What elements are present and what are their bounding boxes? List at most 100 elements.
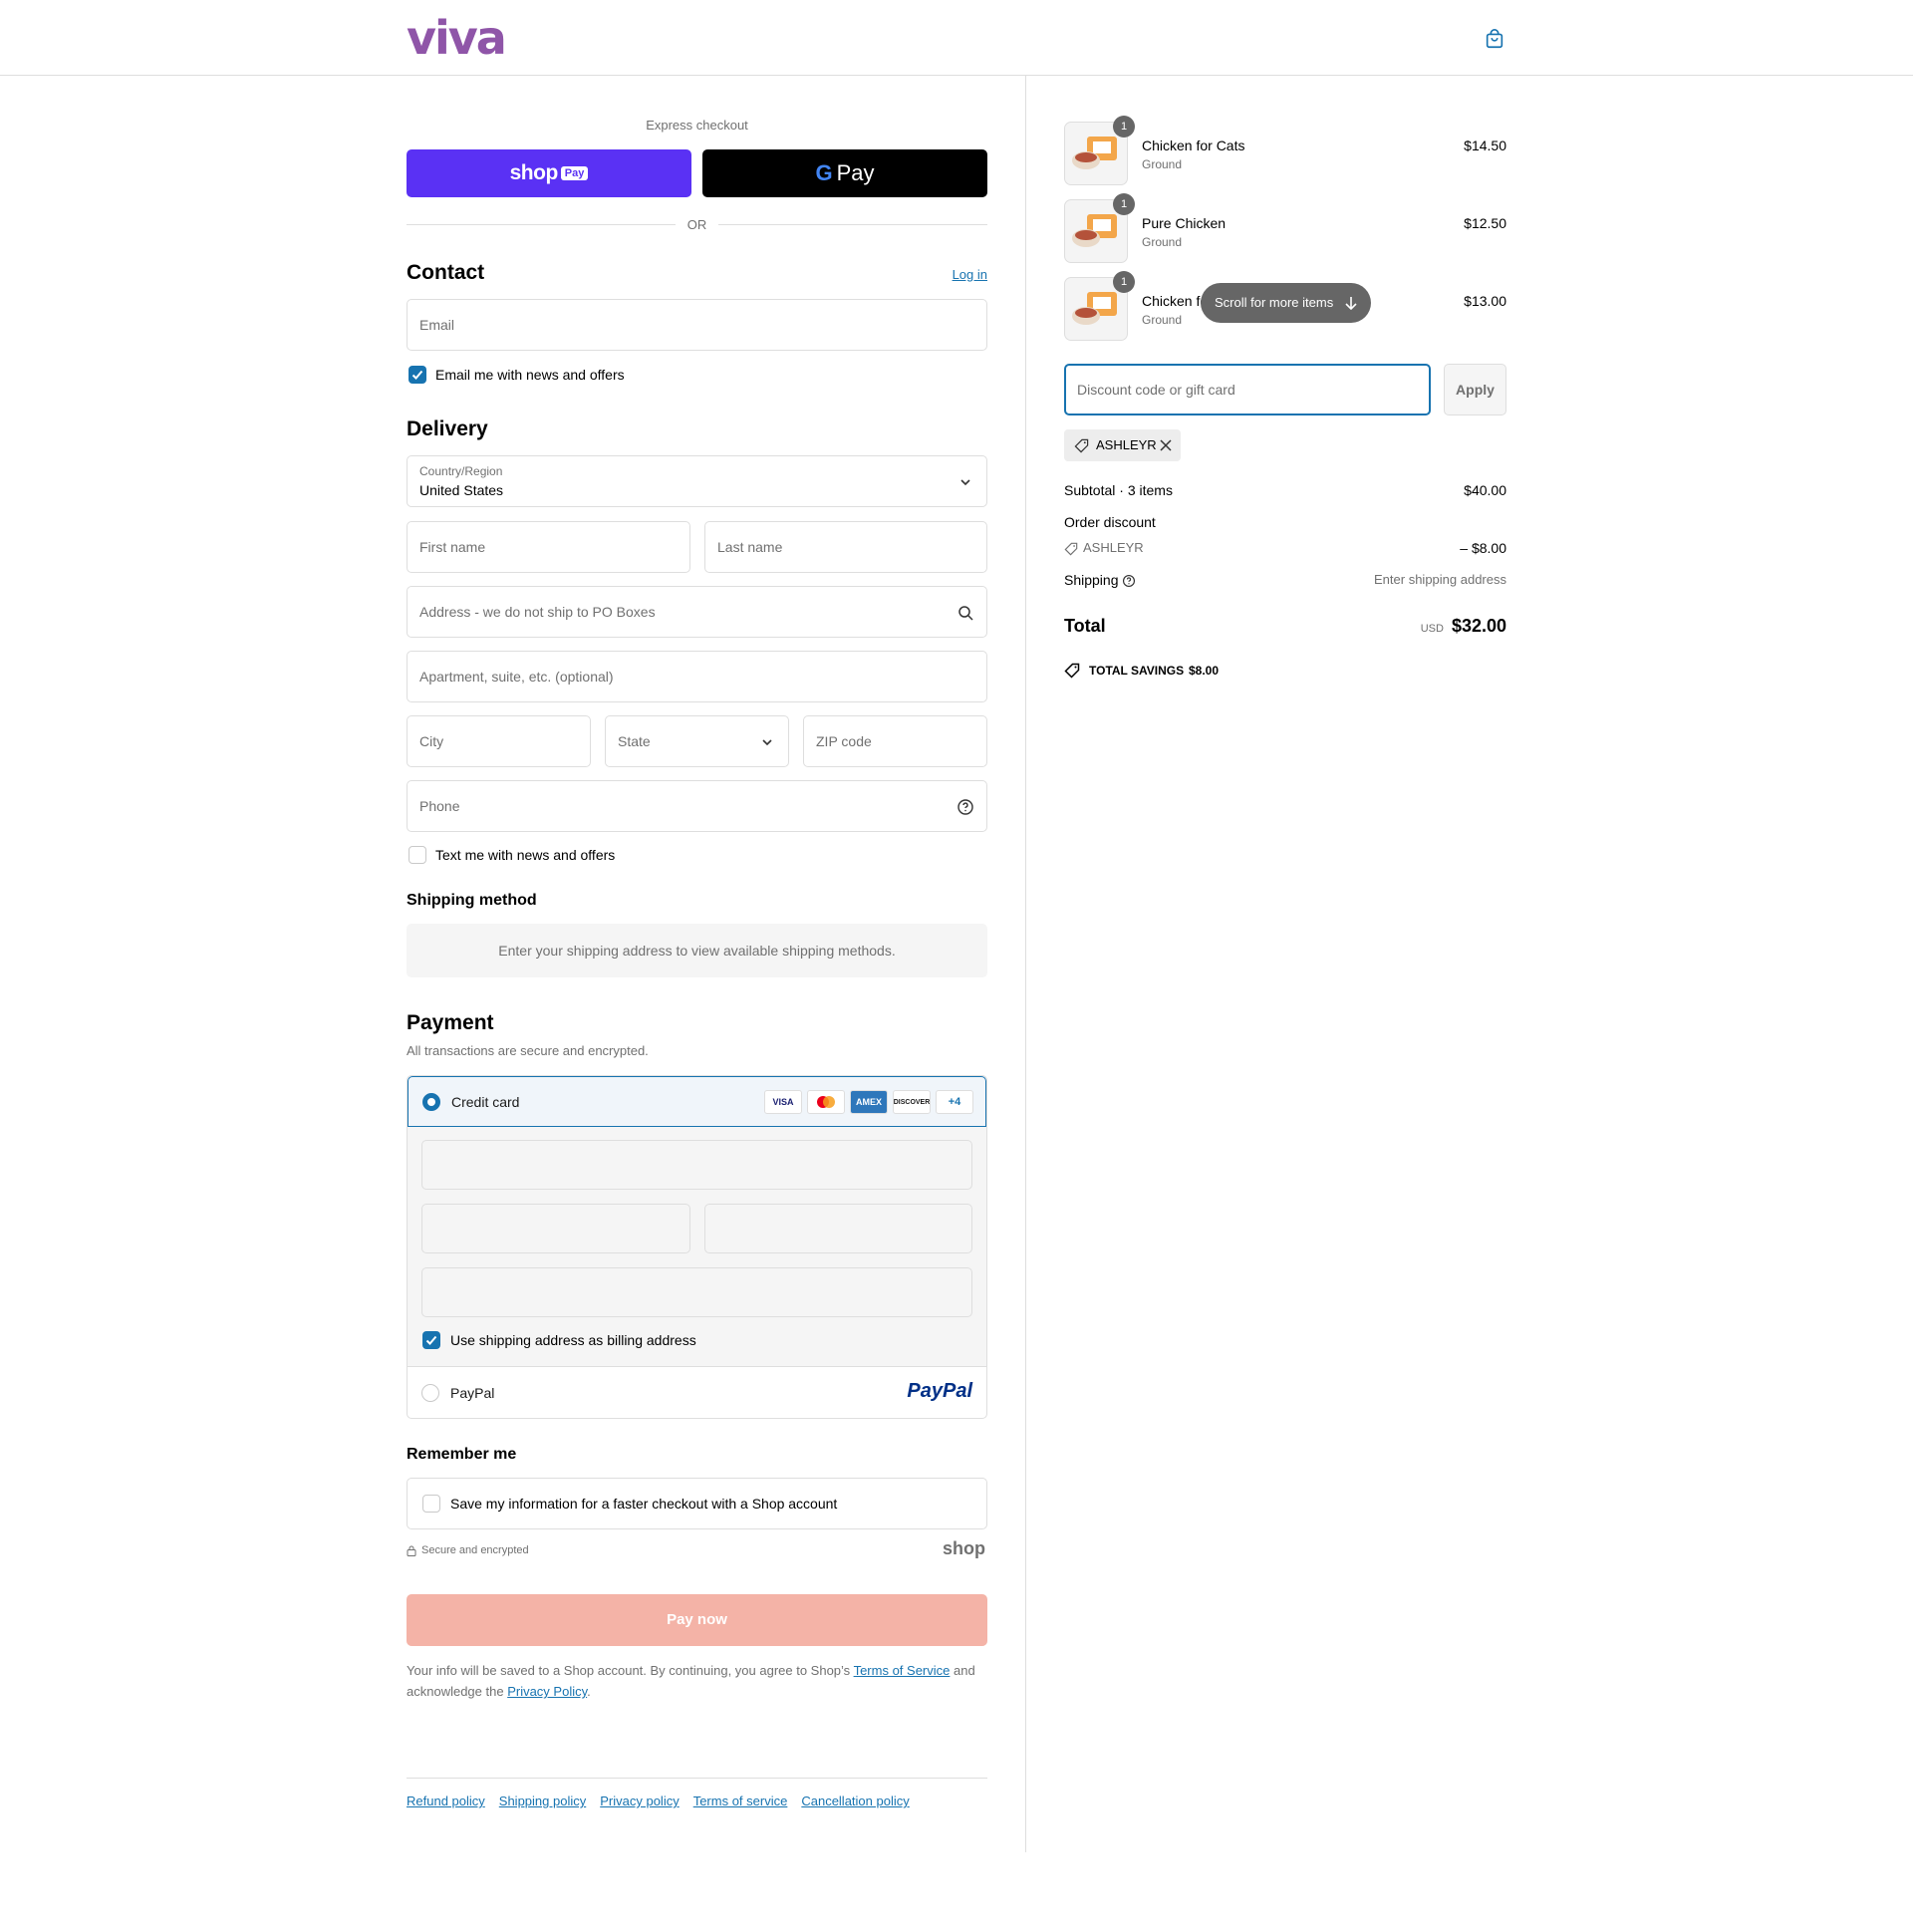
chevron-down-icon	[960, 479, 970, 486]
country-select[interactable]: Country/Region United States	[407, 455, 987, 507]
remember-me-checkbox[interactable]	[422, 1495, 440, 1513]
help-circle-icon[interactable]	[956, 798, 974, 816]
paypal-option[interactable]: PayPal PayPal	[408, 1367, 986, 1418]
credit-card-option[interactable]: Credit card VISA AMEX DISCOVER +4	[408, 1076, 986, 1127]
credit-card-radio[interactable]	[422, 1093, 440, 1111]
expiration-field[interactable]	[421, 1204, 690, 1253]
sms-opt-in-checkbox[interactable]	[409, 846, 426, 864]
quantity-badge: 1	[1113, 116, 1135, 138]
discount-placeholder: Discount code or gift card	[1077, 382, 1235, 398]
phone-field[interactable]: Phone	[407, 780, 987, 832]
remove-discount-icon[interactable]	[1159, 438, 1173, 452]
apartment-placeholder: Apartment, suite, etc. (optional)	[419, 669, 614, 685]
tag-icon	[1074, 438, 1089, 453]
privacy-policy-link[interactable]: Privacy policy	[600, 1794, 679, 1808]
country-value: United States	[419, 482, 504, 498]
secure-note: Secure and encrypted	[407, 1544, 529, 1556]
secure-text: Secure and encrypted	[421, 1544, 529, 1556]
visa-icon: VISA	[764, 1090, 802, 1114]
email-field[interactable]: Email	[407, 299, 987, 351]
shop-terms-link[interactable]: Terms of Service	[854, 1663, 951, 1678]
log-in-link[interactable]: Log in	[953, 267, 987, 282]
discount-value: – $8.00	[1460, 540, 1506, 556]
help-circle-icon[interactable]	[1122, 574, 1136, 588]
amex-icon: AMEX	[850, 1090, 888, 1114]
footer-links: Refund policy Shipping policy Privacy poli…	[407, 1794, 924, 1808]
shipping-row: Shipping Enter shipping address	[1064, 572, 1506, 588]
paypal-logo: PayPal	[907, 1380, 972, 1402]
paypal-radio[interactable]	[421, 1384, 439, 1402]
item-name: Chicken fo	[1142, 293, 1209, 309]
pay-now-button[interactable]: Pay now	[407, 1594, 987, 1646]
payment-methods: Credit card VISA AMEX DISCOVER +4 Use sh…	[407, 1075, 987, 1419]
brand-logo[interactable]: viva	[407, 14, 507, 62]
card-number-field[interactable]	[421, 1140, 972, 1190]
total-value: $32.00	[1451, 616, 1506, 636]
cancellation-policy-link[interactable]: Cancellation policy	[801, 1794, 909, 1808]
subtotal-label: Subtotal · 3 items	[1064, 482, 1173, 498]
total-label: Total	[1064, 616, 1106, 636]
total-savings-value: $8.00	[1189, 664, 1220, 678]
credit-card-form: Use shipping address as billing address	[408, 1127, 986, 1367]
zip-field[interactable]: ZIP code	[803, 715, 987, 767]
cart-item: 1 Chicken for Cats Ground $14.50	[1064, 116, 1506, 185]
city-field[interactable]: City	[407, 715, 591, 767]
google-g-icon: G	[815, 160, 833, 185]
search-icon[interactable]	[956, 604, 974, 622]
refund-policy-link[interactable]: Refund policy	[407, 1794, 485, 1808]
or-text: OR	[686, 217, 707, 232]
header: viva	[0, 0, 1913, 76]
lock-icon	[407, 1545, 416, 1556]
shop-pay-button[interactable]: shop Pay	[407, 149, 691, 197]
google-pay-button[interactable]: G Pay	[702, 149, 987, 197]
first-name-placeholder: First name	[419, 539, 486, 555]
contact-heading: Contact	[407, 261, 485, 284]
or-divider: OR	[407, 215, 987, 235]
item-name: Chicken for Cats	[1142, 138, 1245, 153]
currency-code: USD	[1420, 623, 1444, 635]
address-placeholder: Address - we do not ship to PO Boxes	[419, 604, 656, 620]
security-code-field[interactable]	[704, 1204, 972, 1253]
discount-code-field[interactable]: Discount code or gift card	[1064, 364, 1431, 415]
city-placeholder: City	[419, 733, 444, 749]
quantity-badge: 1	[1113, 271, 1135, 293]
terms-of-service-link[interactable]: Terms of service	[693, 1794, 788, 1808]
apartment-field[interactable]: Apartment, suite, etc. (optional)	[407, 651, 987, 702]
email-opt-in-checkbox[interactable]	[409, 366, 426, 384]
shop-pay-shop-text: shop	[509, 161, 559, 184]
shipping-policy-link[interactable]: Shipping policy	[499, 1794, 586, 1808]
check-icon	[411, 370, 423, 380]
payment-subtitle: All transactions are secure and encrypte…	[407, 1043, 649, 1058]
billing-same-checkbox[interactable]	[422, 1331, 440, 1349]
name-on-card-field[interactable]	[421, 1267, 972, 1317]
country-label: Country/Region	[419, 464, 503, 478]
total-row: Total USD $32.00	[1064, 616, 1506, 642]
shipping-method-heading: Shipping method	[407, 892, 537, 909]
more-cards-badge: +4	[936, 1090, 973, 1114]
chevron-down-icon	[762, 739, 772, 746]
item-variant: Ground	[1142, 313, 1183, 327]
shipping-label: Shipping	[1064, 572, 1119, 588]
shopping-bag-icon[interactable]	[1484, 28, 1505, 50]
mastercard-icon	[807, 1090, 845, 1114]
applied-code: ASHLEYR	[1096, 437, 1157, 452]
last-name-field[interactable]: Last name	[704, 521, 987, 573]
discover-icon: DISCOVER	[893, 1090, 931, 1114]
shop-privacy-link[interactable]: Privacy Policy	[507, 1684, 587, 1699]
remember-me-heading: Remember me	[407, 1446, 517, 1463]
item-price: $13.00	[1464, 293, 1506, 309]
remember-me-option[interactable]: Save my information for a faster checkou…	[407, 1478, 987, 1529]
scroll-more-items-label: Scroll for more items	[1215, 295, 1334, 310]
total-savings-label: TOTAL SAVINGS	[1089, 664, 1185, 678]
email-opt-in-label: Email me with news and offers	[435, 367, 625, 383]
apply-discount-button[interactable]: Apply	[1444, 364, 1506, 415]
paypal-label: PayPal	[450, 1385, 495, 1401]
item-variant: Ground	[1142, 235, 1183, 249]
first-name-field[interactable]: First name	[407, 521, 690, 573]
address-field[interactable]: Address - we do not ship to PO Boxes	[407, 586, 987, 638]
scroll-more-items-button[interactable]: Scroll for more items	[1201, 283, 1371, 323]
phone-placeholder: Phone	[419, 798, 460, 814]
order-discount-label: Order discount	[1064, 514, 1156, 530]
state-select[interactable]: State	[605, 715, 789, 767]
shipping-method-info: Enter your shipping address to view avai…	[407, 924, 987, 977]
